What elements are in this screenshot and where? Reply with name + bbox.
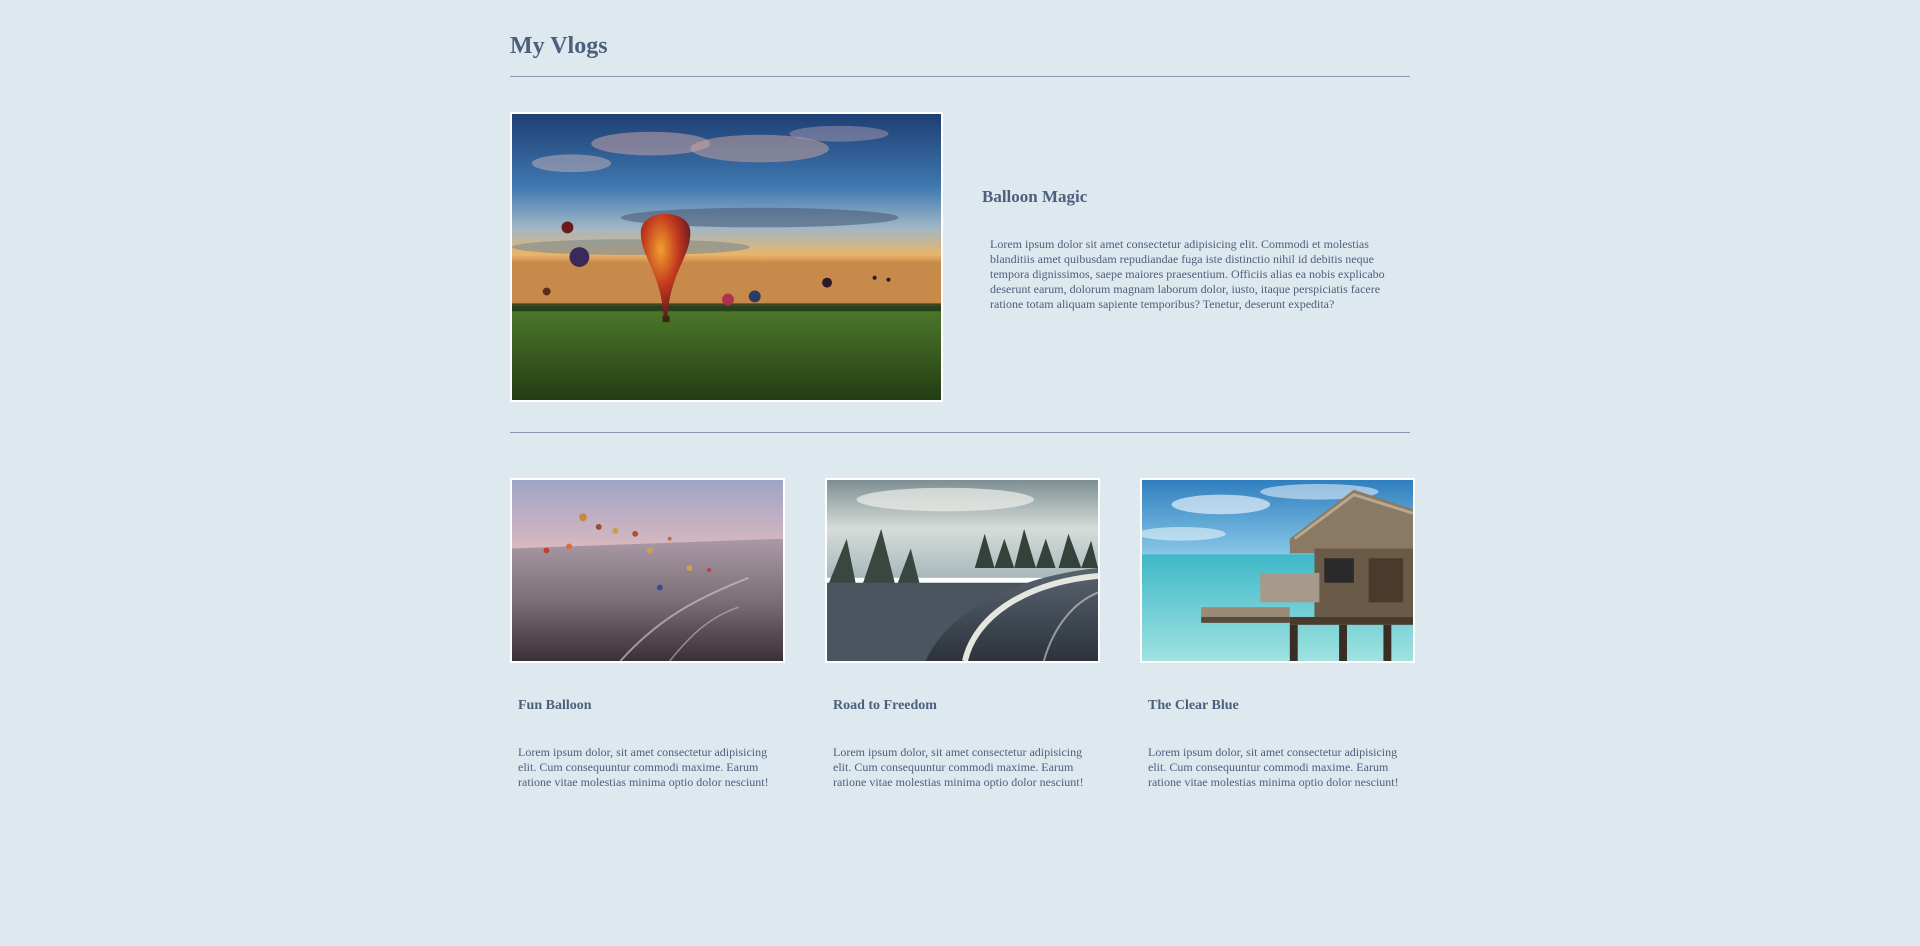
- vlog-card-title[interactable]: Fun Balloon: [518, 696, 592, 716]
- vlog-card-image[interactable]: [825, 478, 1100, 663]
- page-title: My Vlogs: [510, 33, 608, 59]
- bungalow-photo: [1142, 480, 1413, 661]
- vlog-card-image[interactable]: [510, 478, 785, 663]
- featured-vlog-title[interactable]: Balloon Magic: [982, 186, 1087, 208]
- vlog-card-title[interactable]: The Clear Blue: [1148, 696, 1239, 716]
- vlog-card-title[interactable]: Road to Freedom: [833, 696, 937, 716]
- section-divider: [510, 432, 1410, 433]
- balloons-valley-photo: [512, 480, 783, 661]
- header-divider: [510, 76, 1410, 77]
- vlog-card-description: Lorem ipsum dolor, sit amet consectetur …: [518, 745, 769, 789]
- vlog-card-description: Lorem ipsum dolor, sit amet consectetur …: [833, 745, 1084, 789]
- featured-vlog-image[interactable]: [510, 112, 943, 402]
- vlog-card-description: Lorem ipsum dolor, sit amet consectetur …: [1148, 745, 1399, 789]
- vlog-card-image[interactable]: [1140, 478, 1415, 663]
- hot-air-balloons-photo: [512, 114, 941, 400]
- road-photo: [827, 480, 1098, 661]
- featured-vlog-description: Lorem ipsum dolor sit amet consectetur a…: [990, 237, 1385, 311]
